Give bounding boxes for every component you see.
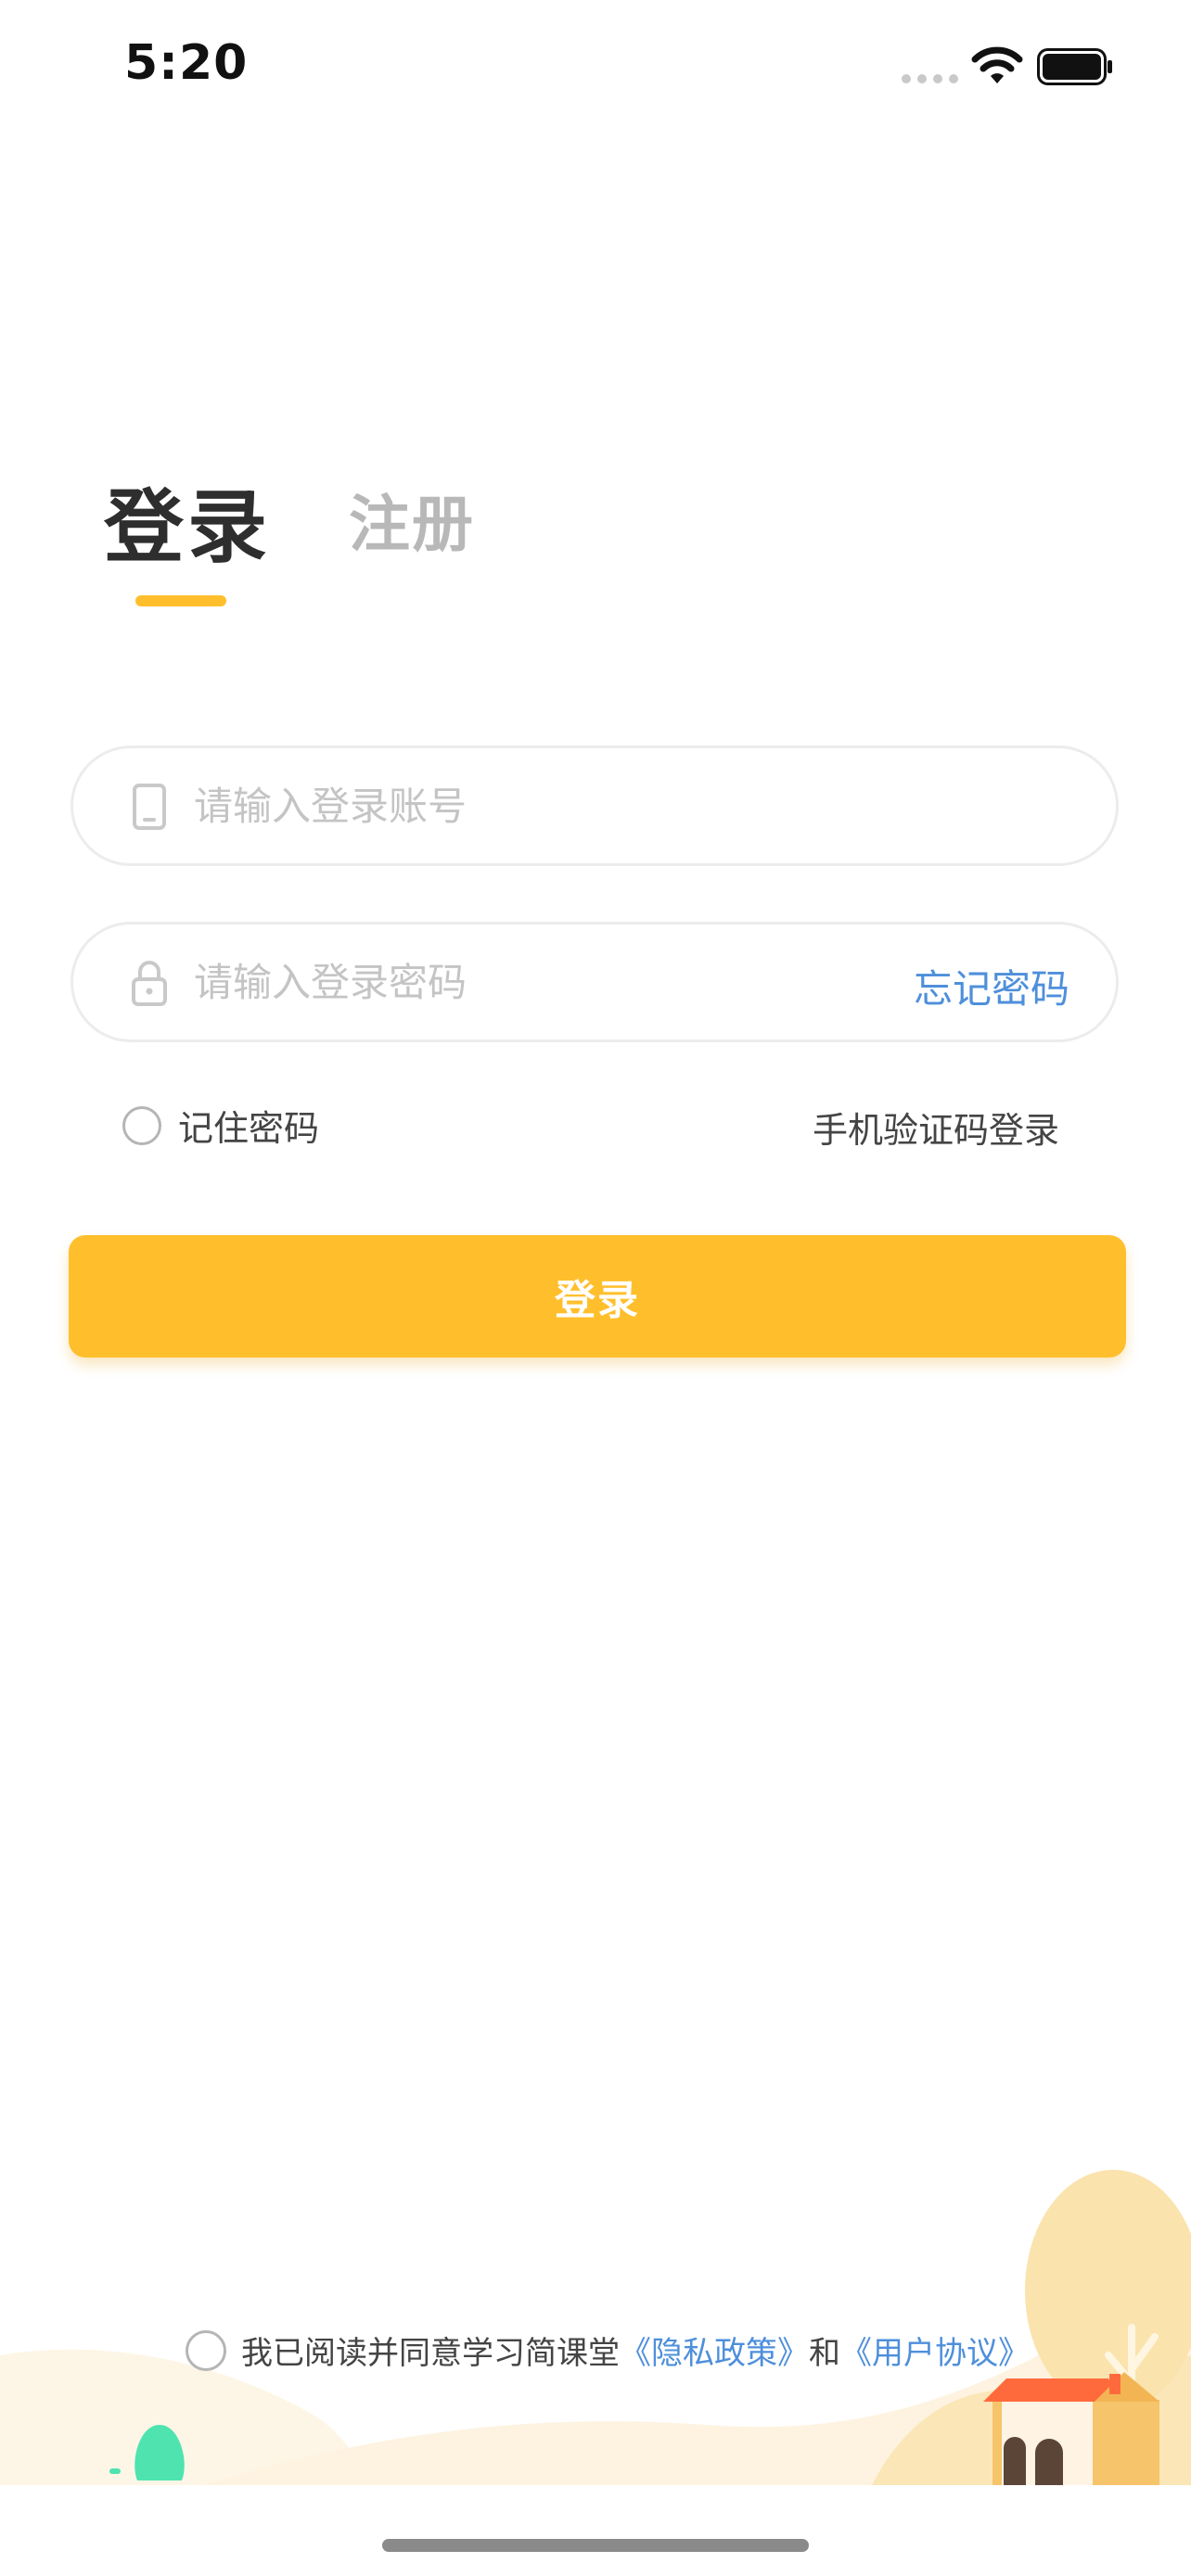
lock-icon — [132, 961, 167, 1006]
home-indicator — [382, 2539, 809, 2552]
agreement-radio[interactable] — [186, 2329, 226, 2371]
signal-icon — [902, 74, 958, 83]
agreement-conjunction: 和 — [809, 2335, 840, 2372]
account-input[interactable] — [194, 748, 954, 863]
login-button[interactable]: 登录 — [69, 1235, 1126, 1358]
user-agreement-link[interactable]: 《用户协议》 — [840, 2327, 1030, 2373]
remember-password-radio[interactable] — [122, 1105, 161, 1145]
status-time: 5:20 — [124, 35, 249, 91]
privacy-policy-link[interactable]: 《隐私政策》 — [620, 2327, 809, 2373]
remember-password-option[interactable]: 记住密码 — [122, 1100, 319, 1151]
phone-icon — [133, 784, 166, 830]
remember-password-label: 记住密码 — [178, 1108, 320, 1149]
password-input[interactable] — [194, 925, 954, 1039]
agreement-row: 我已阅读并同意学习简课堂 《隐私政策》 和 《用户协议》 — [186, 2327, 1030, 2373]
password-field[interactable]: 忘记密码 — [70, 922, 1119, 1042]
battery-icon — [1037, 48, 1112, 85]
forgot-password-link[interactable]: 忘记密码 — [914, 958, 1069, 1014]
tab-login[interactable]: 登录 — [104, 462, 271, 578]
active-tab-indicator — [135, 595, 226, 606]
sms-login-link[interactable]: 手机验证码登录 — [813, 1102, 1059, 1153]
account-field[interactable] — [70, 746, 1119, 866]
tab-register[interactable]: 注册 — [349, 475, 475, 564]
agreement-text: 我已阅读并同意学习简课堂 — [241, 2335, 620, 2372]
wifi-icon — [971, 46, 1023, 83]
